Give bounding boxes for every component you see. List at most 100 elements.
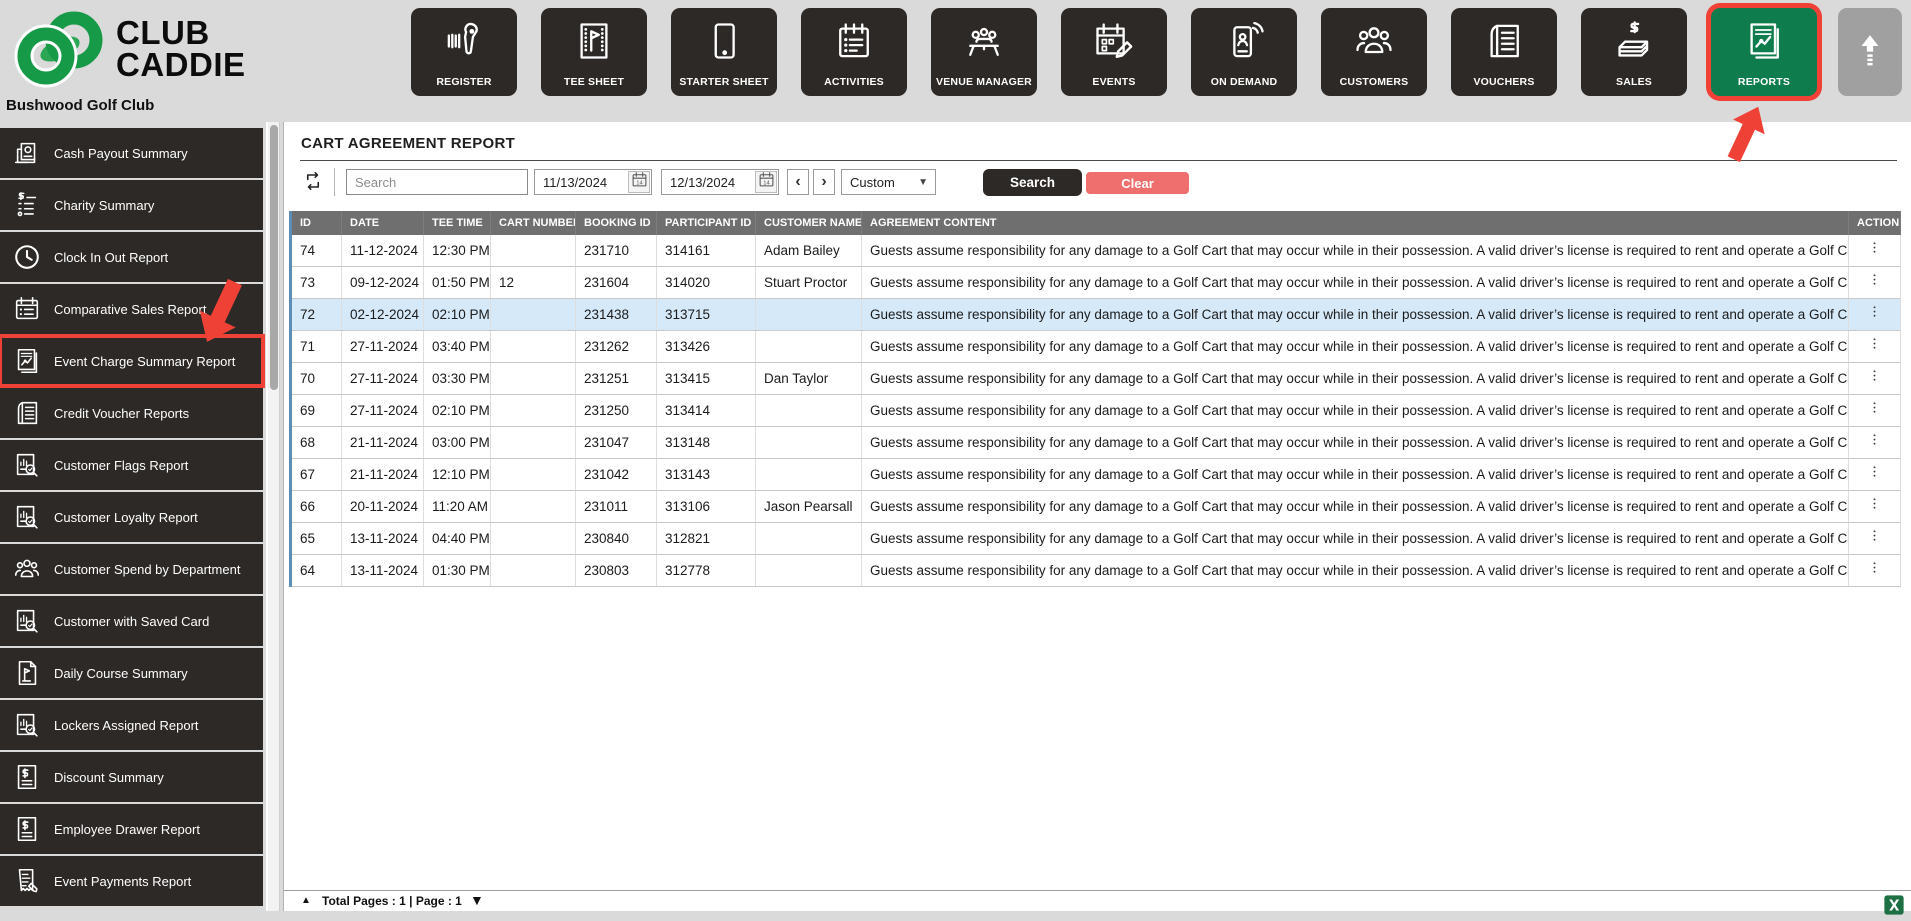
nav-button-activities[interactable]: ACTIVITIES xyxy=(801,8,907,96)
sidebar-item-lockers-assigned-report[interactable]: Lockers Assigned Report xyxy=(0,700,263,750)
nav-button-label: REPORTS xyxy=(1737,76,1791,88)
cell-date: 09-12-2024 xyxy=(342,267,424,298)
sidebar-item-employee-drawer-report[interactable]: Employee Drawer Report xyxy=(0,804,263,854)
table-row[interactable]: 66 20-11-2024 11:20 AM 231011 313106 Jason Pe… xyxy=(292,491,1901,523)
row-action-menu[interactable] xyxy=(1849,491,1901,522)
sidebar-item-label: Credit Voucher Reports xyxy=(54,405,190,421)
date-range-select[interactable]: Custom ▼ xyxy=(841,169,936,195)
table-row[interactable]: 64 13-11-2024 01:30 PM 230803 312778 Guests a… xyxy=(292,555,1901,587)
kebab-menu-icon xyxy=(1867,491,1882,522)
cell-customer-name: Jason Pearsall xyxy=(756,491,862,522)
previous-range-button[interactable]: ‹ xyxy=(787,169,809,195)
collapse-footer-icon[interactable]: ▲ xyxy=(301,895,311,906)
column-header-booking-id[interactable]: BOOKING ID xyxy=(576,211,657,235)
nav-button-on-demand[interactable]: ON DEMAND xyxy=(1191,8,1297,96)
sidebar-item-event-payments-report[interactable]: Event Payments Report xyxy=(0,856,263,906)
cell-id: 68 xyxy=(292,427,342,458)
club-name: Bushwood Golf Club xyxy=(6,97,155,114)
table-row[interactable]: 74 11-12-2024 12:30 PM 231710 314161 Adam Bai… xyxy=(292,235,1901,267)
column-header-participant-id[interactable]: PARTICIPANT ID xyxy=(657,211,756,235)
cell-booking-id: 230840 xyxy=(576,523,657,554)
column-header-customer-name[interactable]: CUSTOMER NAME xyxy=(756,211,862,235)
nav-button-sales[interactable]: SALES xyxy=(1581,8,1687,96)
table-row[interactable]: 69 27-11-2024 02:10 PM 231250 313414 Guests a… xyxy=(292,395,1901,427)
row-action-menu[interactable] xyxy=(1849,427,1901,458)
column-header-action[interactable]: ACTION xyxy=(1849,211,1901,235)
nav-button-starter-sheet[interactable]: STARTER SHEET xyxy=(671,8,777,96)
people-group-icon xyxy=(1352,19,1396,63)
sidebar-item-customer-loyalty-report[interactable]: Customer Loyalty Report xyxy=(0,492,263,542)
kebab-menu-icon xyxy=(1867,235,1882,266)
row-action-menu[interactable] xyxy=(1849,235,1901,266)
search-input[interactable] xyxy=(346,169,528,195)
cell-customer-name xyxy=(756,299,862,330)
sidebar-item-daily-course-summary[interactable]: Daily Course Summary xyxy=(0,648,263,698)
charity-icon xyxy=(12,190,42,220)
receipt-icon xyxy=(12,866,42,896)
cell-date: 13-11-2024 xyxy=(342,555,424,586)
column-header-date[interactable]: DATE xyxy=(342,211,424,235)
row-action-menu[interactable] xyxy=(1849,395,1901,426)
cell-id: 73 xyxy=(292,267,342,298)
sidebar-item-customer-flags-report[interactable]: Customer Flags Report xyxy=(0,440,263,490)
flag-document-icon xyxy=(12,658,42,688)
table-row[interactable]: 71 27-11-2024 03:40 PM 231262 313426 Guests a… xyxy=(292,331,1901,363)
nav-button-venue-manager[interactable]: VENUE MANAGER xyxy=(931,8,1037,96)
kebab-menu-icon xyxy=(1867,459,1882,490)
cell-tee-time: 01:30 PM xyxy=(424,555,491,586)
row-action-menu[interactable] xyxy=(1849,523,1901,554)
barcode-scanner-icon xyxy=(442,19,486,63)
date-from-input[interactable] xyxy=(535,174,628,190)
table-row[interactable]: 70 27-11-2024 03:30 PM 231251 313415 Dan Tayl… xyxy=(292,363,1901,395)
sidebar-item-customer-with-saved-card[interactable]: Customer with Saved Card xyxy=(0,596,263,646)
sidebar-report-list: Cash Payout Summary Charity Summary Clock … xyxy=(0,128,265,908)
row-action-menu[interactable] xyxy=(1849,299,1901,330)
caret-down-icon: ▼ xyxy=(918,176,928,188)
next-range-button[interactable]: › xyxy=(813,169,835,195)
table-row[interactable]: 68 21-11-2024 03:00 PM 231047 313148 Guests a… xyxy=(292,427,1901,459)
nav-button-vouchers[interactable]: VOUCHERS xyxy=(1451,8,1557,96)
refresh-button[interactable] xyxy=(300,169,326,195)
table-row[interactable]: 65 13-11-2024 04:40 PM 230840 312821 Guests a… xyxy=(292,523,1901,555)
calendar-icon[interactable]: 14 xyxy=(628,171,650,193)
sidebar-item-discount-summary[interactable]: Discount Summary xyxy=(0,752,263,802)
table-row[interactable]: 67 21-11-2024 12:10 PM 231042 313143 Guests a… xyxy=(292,459,1901,491)
row-action-menu[interactable] xyxy=(1849,459,1901,490)
scroll-top-button[interactable] xyxy=(1838,8,1902,96)
cell-cart-number xyxy=(491,331,576,362)
calendar-icon[interactable]: 14 xyxy=(755,171,777,193)
cell-customer-name xyxy=(756,331,862,362)
brand-line2: CADDIE xyxy=(116,46,246,83)
expand-pager-icon[interactable]: ▼ xyxy=(470,892,484,908)
cell-booking-id: 231047 xyxy=(576,427,657,458)
nav-button-customers[interactable]: CUSTOMERS xyxy=(1321,8,1427,96)
clear-button[interactable]: Clear xyxy=(1086,172,1189,194)
nav-button-label: VOUCHERS xyxy=(1473,76,1535,88)
row-action-menu[interactable] xyxy=(1849,363,1901,394)
table-row[interactable]: 73 09-12-2024 01:50 PM 12 231604 314020 Stuart… xyxy=(292,267,1901,299)
excel-export-icon[interactable] xyxy=(1883,894,1905,916)
sidebar-item-customer-spend-by-department[interactable]: Customer Spend by Department xyxy=(0,544,263,594)
clock-icon xyxy=(12,242,42,272)
column-header-cart-number[interactable]: CART NUMBER xyxy=(491,211,576,235)
column-header-tee-time[interactable]: TEE TIME xyxy=(424,211,491,235)
row-action-menu[interactable] xyxy=(1849,331,1901,362)
column-header-id[interactable]: ID xyxy=(292,211,342,235)
sidebar-item-cash-payout-summary[interactable]: Cash Payout Summary xyxy=(0,128,263,178)
sidebar-item-credit-voucher-reports[interactable]: Credit Voucher Reports xyxy=(0,388,263,438)
column-header-agreement-content[interactable]: AGREEMENT CONTENT xyxy=(862,211,1849,235)
scrollbar-thumb[interactable] xyxy=(270,125,278,390)
club-caddie-logo-icon xyxy=(14,11,103,88)
nav-button-register[interactable]: REGISTER xyxy=(411,8,517,96)
row-action-menu[interactable] xyxy=(1849,555,1901,586)
nav-button-events[interactable]: EVENTS xyxy=(1061,8,1167,96)
table-row[interactable]: 72 02-12-2024 02:10 PM 231438 313715 Guests a… xyxy=(292,299,1901,331)
nav-button-tee-sheet[interactable]: TEE SHEET xyxy=(541,8,647,96)
row-action-menu[interactable] xyxy=(1849,267,1901,298)
date-to-input[interactable] xyxy=(662,174,755,190)
nav-button-label: ON DEMAND xyxy=(1210,76,1278,88)
nav-button-reports[interactable]: REPORTS xyxy=(1711,8,1817,96)
cash-payout-icon xyxy=(12,138,42,168)
sidebar-item-charity-summary[interactable]: Charity Summary xyxy=(0,180,263,230)
search-button[interactable]: Search xyxy=(983,169,1082,196)
